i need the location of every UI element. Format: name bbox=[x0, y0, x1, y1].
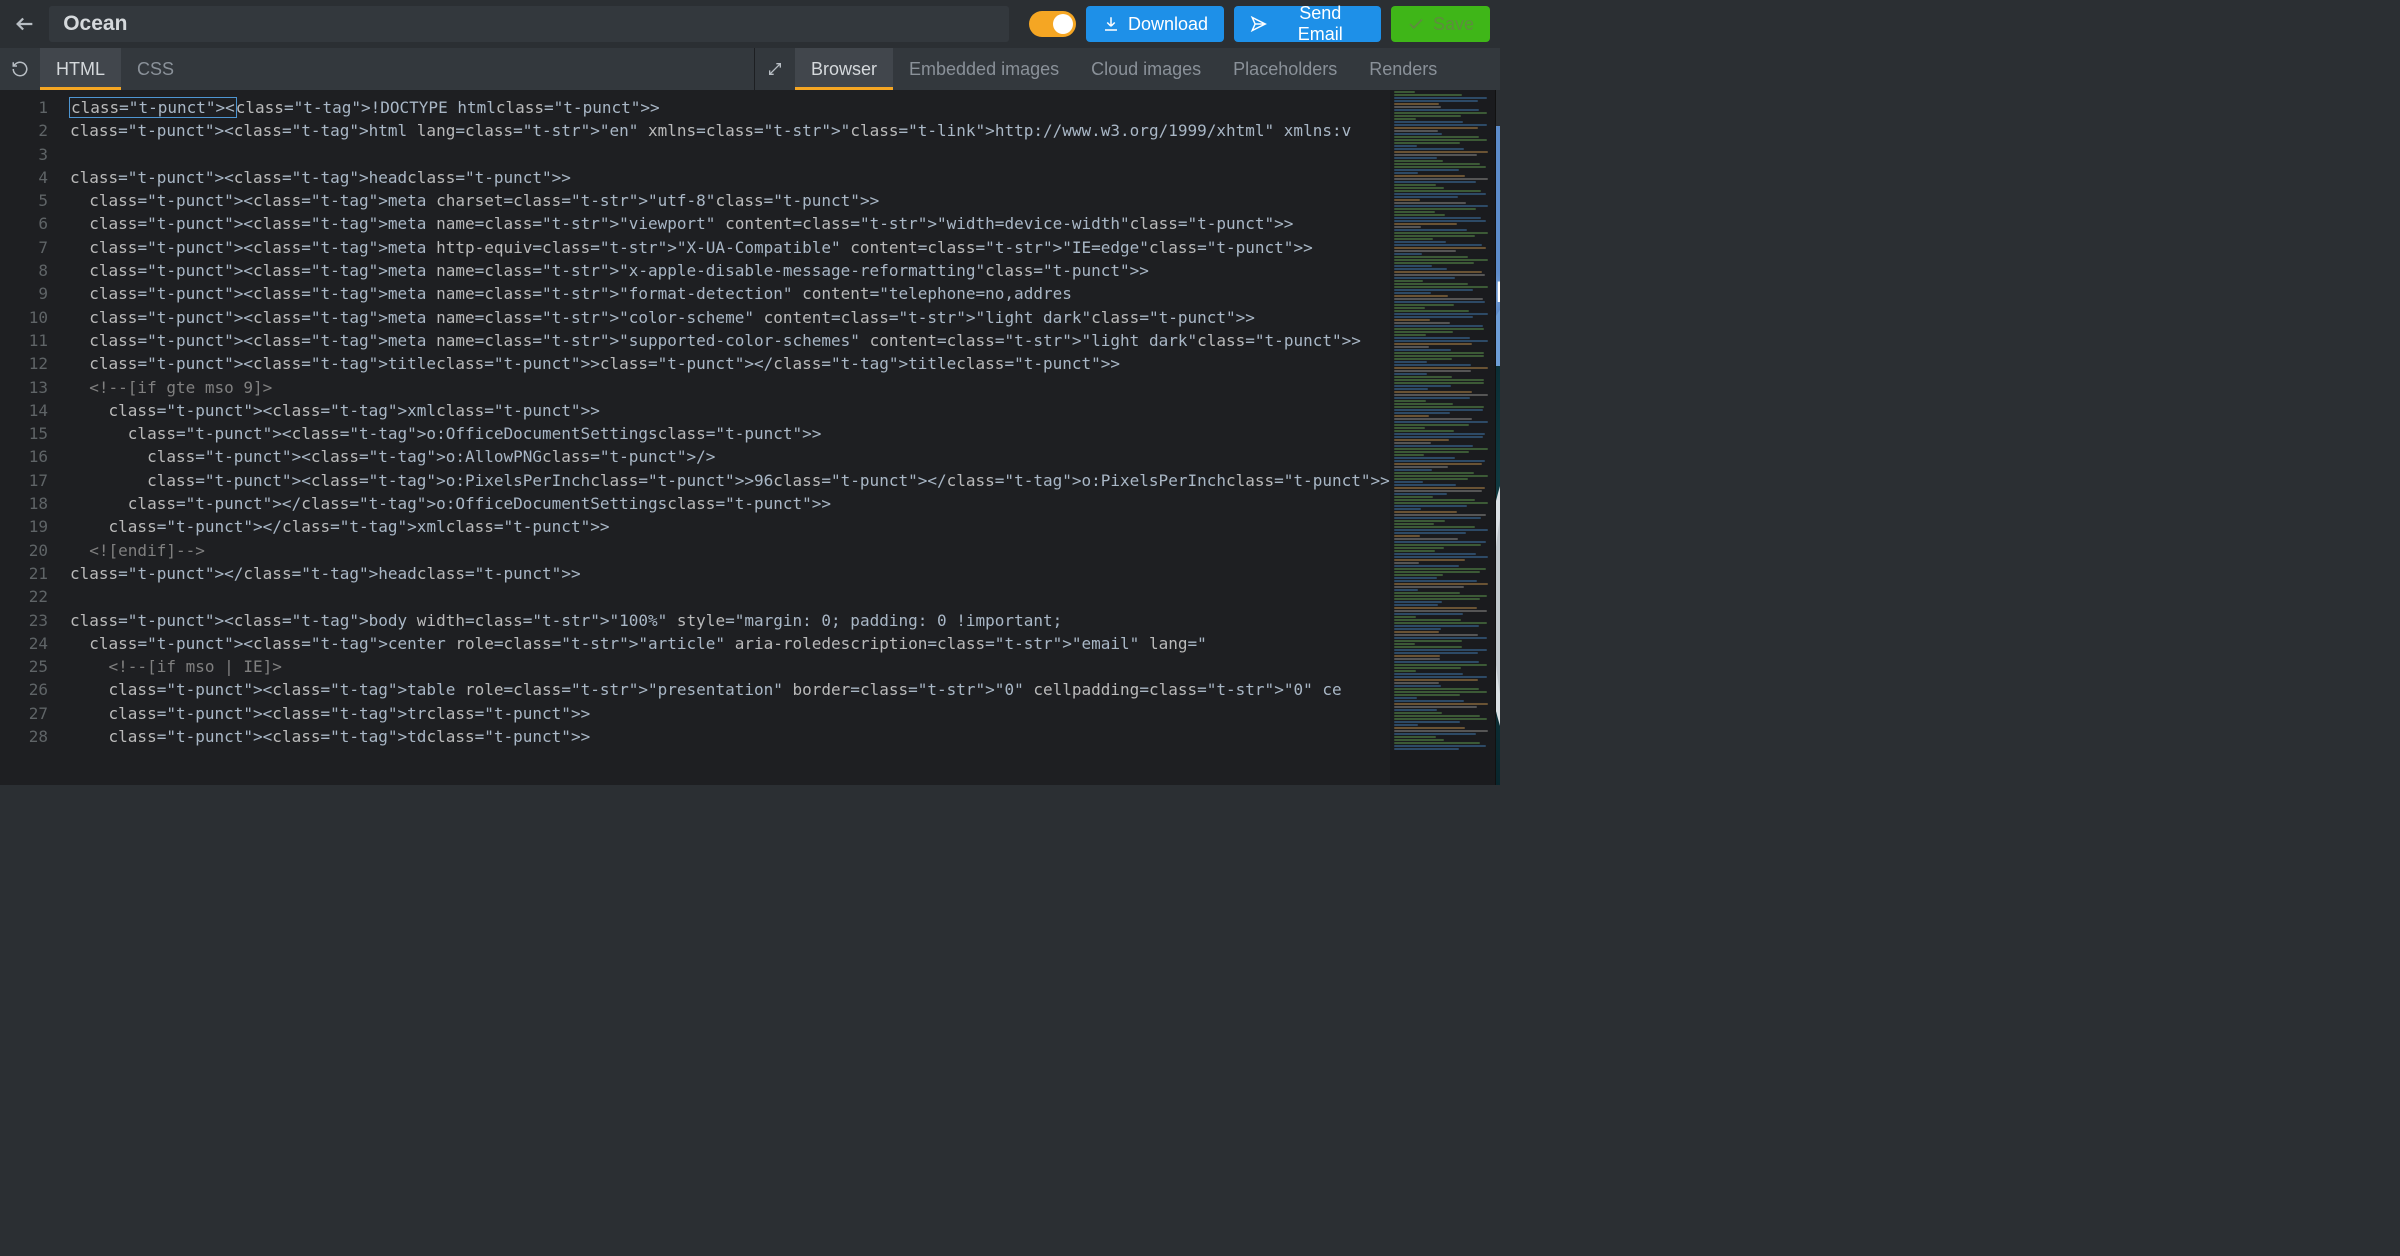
preview-pane: ELLOWAVE Lorem ipsum dolor Lorem ipsum d… bbox=[1496, 90, 1500, 785]
tab-renders[interactable]: Renders bbox=[1353, 48, 1453, 90]
email-preview: ELLOWAVE Lorem ipsum dolor Lorem ipsum d… bbox=[1496, 126, 1500, 785]
send-email-button[interactable]: Send Email bbox=[1234, 6, 1381, 42]
send-email-button-label: Send Email bbox=[1276, 3, 1365, 45]
dark-mode-toggle[interactable] bbox=[1029, 11, 1076, 37]
tab-css[interactable]: CSS bbox=[121, 48, 190, 90]
minimap[interactable] bbox=[1390, 90, 1495, 785]
tab-embedded-images[interactable]: Embedded images bbox=[893, 48, 1075, 90]
save-button-label: Save bbox=[1433, 14, 1474, 35]
tab-placeholders[interactable]: Placeholders bbox=[1217, 48, 1353, 90]
project-title-input[interactable] bbox=[49, 6, 1009, 42]
expand-preview-button[interactable] bbox=[755, 48, 795, 90]
download-button[interactable]: Download bbox=[1086, 6, 1224, 42]
yacht-image bbox=[1496, 436, 1500, 776]
code-editor[interactable]: class="t-punct"><class="t-tag">!DOCTYPE … bbox=[60, 90, 1390, 785]
tab-html[interactable]: HTML bbox=[40, 48, 121, 90]
tab-browser[interactable]: Browser bbox=[795, 48, 893, 90]
tab-cloud-images[interactable]: Cloud images bbox=[1075, 48, 1217, 90]
preview-brand: ELLOWAVE bbox=[1496, 176, 1500, 310]
topbar: Download Send Email Save bbox=[0, 0, 1500, 48]
save-button[interactable]: Save bbox=[1391, 6, 1490, 42]
check-icon bbox=[1407, 15, 1425, 33]
refresh-code-button[interactable] bbox=[0, 48, 40, 90]
line-gutter: 1234567891011121314151617181920212223242… bbox=[0, 90, 60, 785]
download-icon bbox=[1102, 15, 1120, 33]
download-button-label: Download bbox=[1128, 14, 1208, 35]
code-pane: 1234567891011121314151617181920212223242… bbox=[0, 90, 1496, 785]
send-icon bbox=[1250, 15, 1267, 33]
tab-row: HTML CSS Browser Embedded images Cloud i… bbox=[0, 48, 1500, 90]
back-button[interactable] bbox=[10, 9, 39, 39]
